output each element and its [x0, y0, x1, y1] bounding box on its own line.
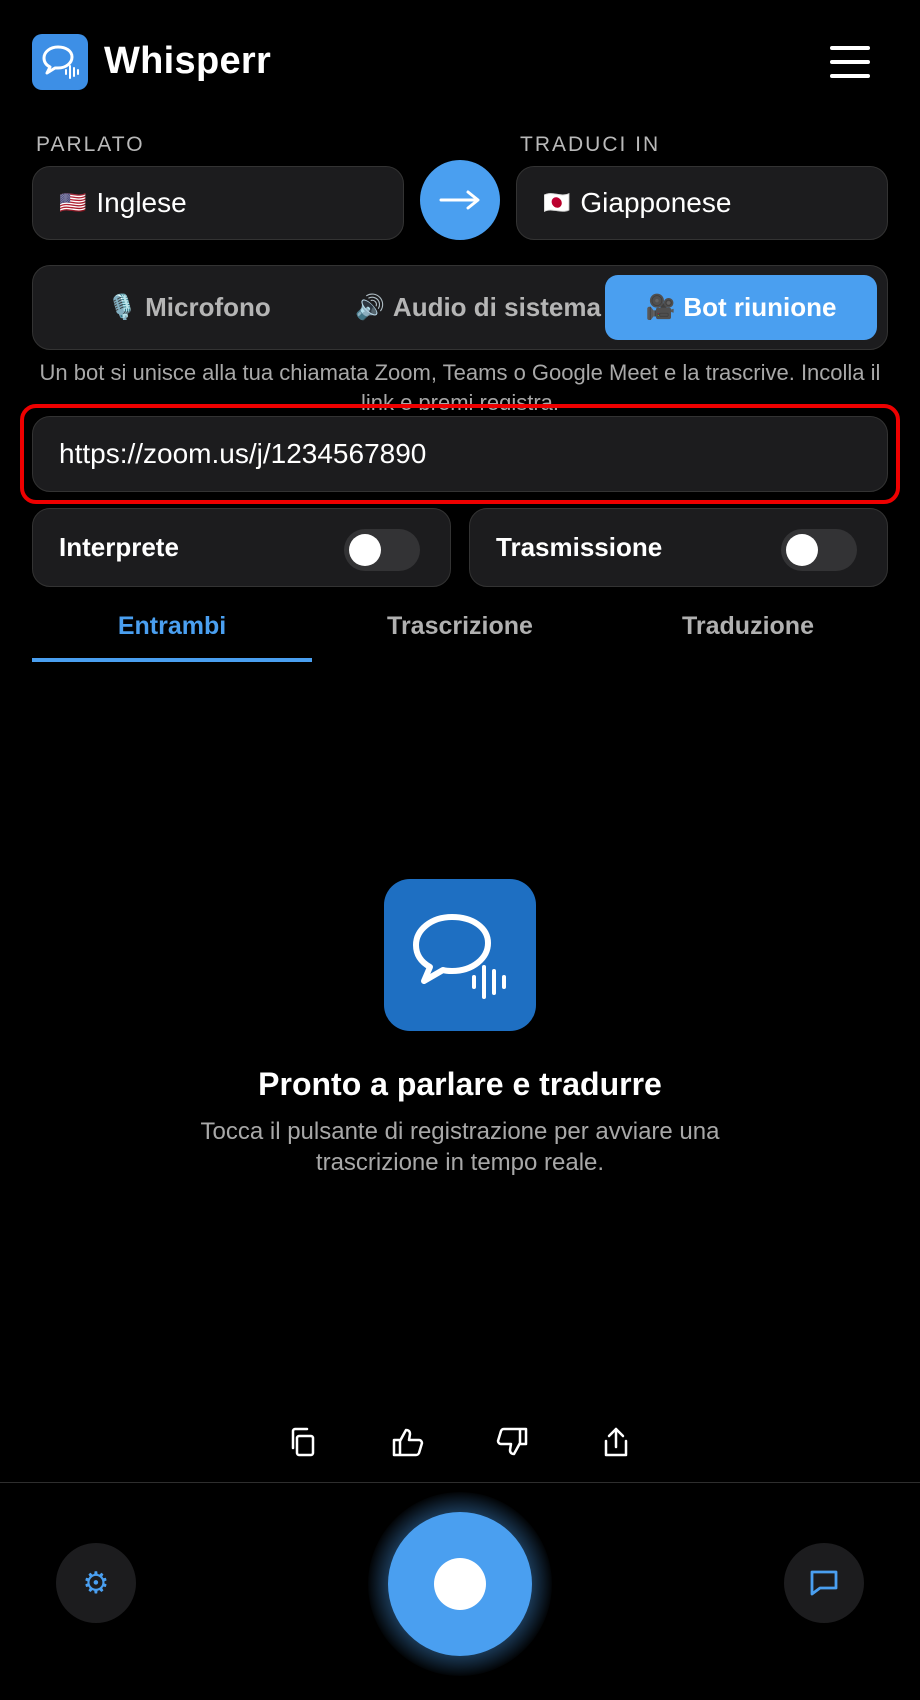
- settings-button[interactable]: ⚙: [56, 1543, 136, 1623]
- bottom-divider: [0, 1482, 920, 1483]
- copy-icon[interactable]: [283, 1422, 323, 1462]
- swap-languages-button[interactable]: [420, 160, 500, 240]
- tab-translation[interactable]: Traduzione: [604, 612, 892, 641]
- speaker-icon: 🔊: [355, 294, 385, 321]
- us-flag-icon: 🇺🇸: [59, 190, 87, 215]
- source-system-audio-label: Audio di sistema: [392, 292, 601, 322]
- source-microphone-button[interactable]: 🎙️ Microfono: [57, 275, 321, 340]
- source-meeting-bot-button[interactable]: 🎥 Bot riunione: [605, 275, 877, 340]
- japan-flag-icon: 🇯🇵: [543, 190, 571, 215]
- switch-knob: [786, 534, 818, 566]
- source-microphone-label: Microfono: [145, 292, 271, 322]
- hamburger-menu-icon[interactable]: [830, 46, 870, 78]
- thumbs-down-icon[interactable]: [492, 1422, 532, 1462]
- thumbs-up-icon[interactable]: [388, 1422, 428, 1462]
- record-dot-icon: [434, 1558, 486, 1610]
- chat-bubble-icon: [810, 1570, 838, 1596]
- app-logo-icon: [32, 34, 88, 90]
- interpreter-toggle-card: Interprete: [32, 508, 451, 587]
- source-meeting-bot-label: Bot riunione: [683, 292, 837, 322]
- interpreter-label: Interprete: [59, 532, 179, 562]
- target-language-label: TRADUCI IN: [520, 133, 661, 156]
- audio-source-selector: 🎙️ Microfono 🔊 Audio di sistema 🎥 Bot ri…: [32, 265, 888, 350]
- chat-button[interactable]: [784, 1543, 864, 1623]
- app-header: Whisperr: [0, 0, 920, 120]
- source-language-name: Inglese: [96, 187, 187, 218]
- tab-transcription[interactable]: Trascrizione: [316, 612, 604, 641]
- empty-state-subtitle: Tocca il pulsante di registrazione per a…: [200, 1118, 720, 1176]
- microphone-icon: 🎙️: [107, 294, 138, 321]
- empty-state-title: Pronto a parlare e tradurre: [258, 1066, 662, 1102]
- target-language-select[interactable]: 🇯🇵 Giapponese: [516, 166, 888, 240]
- meeting-bot-info-text: Un bot si unisce alla tua chiamata Zoom,…: [39, 360, 881, 410]
- empty-state-logo-icon: [384, 879, 536, 1031]
- highlight-box: [20, 404, 900, 504]
- tab-both[interactable]: Entrambi: [28, 612, 316, 641]
- arrow-right-icon: [439, 190, 480, 210]
- switch-knob: [349, 534, 381, 566]
- record-button[interactable]: [388, 1512, 532, 1656]
- app-title: Whisperr: [104, 40, 272, 82]
- source-language-label: PARLATO: [36, 133, 145, 156]
- target-language-name: Giapponese: [580, 187, 732, 218]
- video-camera-icon: 🎥: [645, 294, 676, 321]
- broadcast-toggle-card: Trasmissione: [469, 508, 888, 587]
- share-icon[interactable]: [596, 1422, 636, 1462]
- broadcast-label: Trasmissione: [496, 532, 663, 562]
- active-tab-indicator: [32, 658, 312, 662]
- source-language-select[interactable]: 🇺🇸 Inglese: [32, 166, 404, 240]
- source-system-audio-button[interactable]: 🔊 Audio di sistema: [333, 275, 623, 340]
- broadcast-switch[interactable]: [781, 529, 857, 571]
- interpreter-switch[interactable]: [344, 529, 420, 571]
- gear-icon: ⚙: [82, 1566, 110, 1600]
